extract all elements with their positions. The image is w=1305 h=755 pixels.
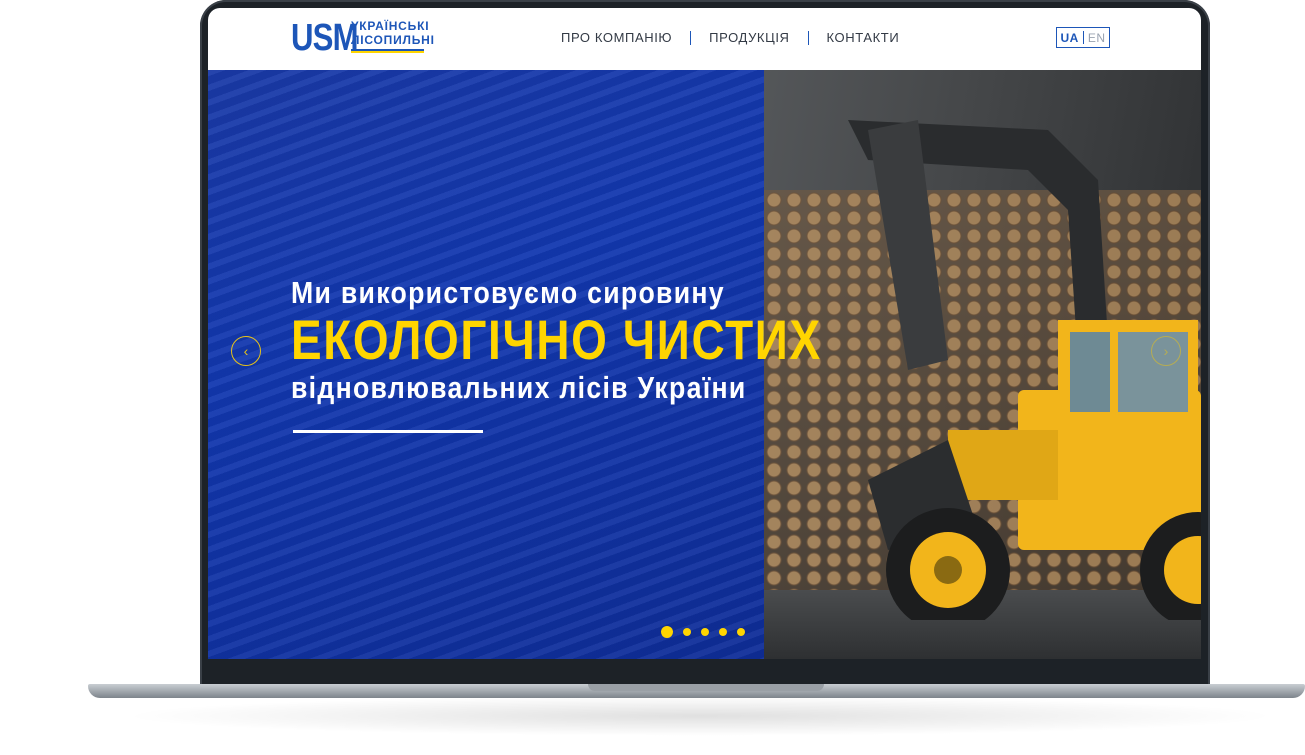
slider-dot-4[interactable] bbox=[719, 628, 727, 636]
slider-prev-button[interactable]: ‹ bbox=[231, 336, 261, 366]
website-screen: USM УКРАЇНСЬКІ ЛІСОПИЛЬНІ ПРО КОМПАНІЮ П… bbox=[208, 8, 1201, 659]
nav-divider bbox=[690, 30, 692, 45]
language-switcher: UA EN bbox=[1056, 27, 1110, 48]
slider-dot-5[interactable] bbox=[737, 628, 745, 636]
hero-line1: Ми використовуємо сировину bbox=[291, 275, 725, 310]
slider-dot-1[interactable] bbox=[661, 626, 673, 638]
slider-pagination bbox=[661, 626, 755, 638]
nav-item-products[interactable]: ПРОДУКЦІЯ bbox=[709, 30, 789, 45]
logo-mark: USM bbox=[291, 17, 359, 59]
hero-line3: відновлювальних лісів України bbox=[291, 370, 747, 405]
lang-ua-option[interactable]: UA bbox=[1060, 31, 1078, 45]
nav-item-contacts[interactable]: КОНТАКТИ bbox=[827, 30, 900, 45]
site-header: USM УКРАЇНСЬКІ ЛІСОПИЛЬНІ ПРО КОМПАНІЮ П… bbox=[208, 8, 1201, 70]
slider-dot-2[interactable] bbox=[683, 628, 691, 636]
nav-divider bbox=[807, 30, 809, 45]
slider-dot-3[interactable] bbox=[701, 628, 709, 636]
ukraine-flag-stripe bbox=[351, 49, 424, 53]
lang-en-option[interactable]: EN bbox=[1088, 31, 1106, 45]
hero-slider: Ми використовуємо сировину ЕКОЛОГІЧНО ЧИ… bbox=[208, 70, 1201, 659]
lang-divider bbox=[1082, 31, 1084, 44]
chevron-right-icon: › bbox=[1163, 343, 1169, 359]
hero-headline: Ми використовуємо сировину ЕКОЛОГІЧНО ЧИ… bbox=[291, 275, 938, 407]
headline-underline bbox=[293, 430, 483, 433]
logo-line1: УКРАЇНСЬКІ bbox=[351, 19, 430, 33]
hero-line2-accent: ЕКОЛОГІЧНО ЧИСТИХ bbox=[291, 308, 822, 371]
logo-line2: ЛІСОПИЛЬНІ bbox=[351, 33, 435, 47]
logo-text: УКРАЇНСЬКІ ЛІСОПИЛЬНІ bbox=[351, 18, 435, 53]
laptop-shadow bbox=[120, 696, 1280, 736]
main-nav: ПРО КОМПАНІЮ ПРОДУКЦІЯ КОНТАКТИ bbox=[561, 30, 899, 45]
slider-next-button[interactable]: › bbox=[1151, 336, 1181, 366]
usm-logo[interactable]: USM УКРАЇНСЬКІ ЛІСОПИЛЬНІ bbox=[291, 18, 435, 60]
nav-item-about[interactable]: ПРО КОМПАНІЮ bbox=[561, 30, 672, 45]
chevron-left-icon: ‹ bbox=[243, 343, 249, 359]
laptop-hinge bbox=[588, 684, 824, 691]
